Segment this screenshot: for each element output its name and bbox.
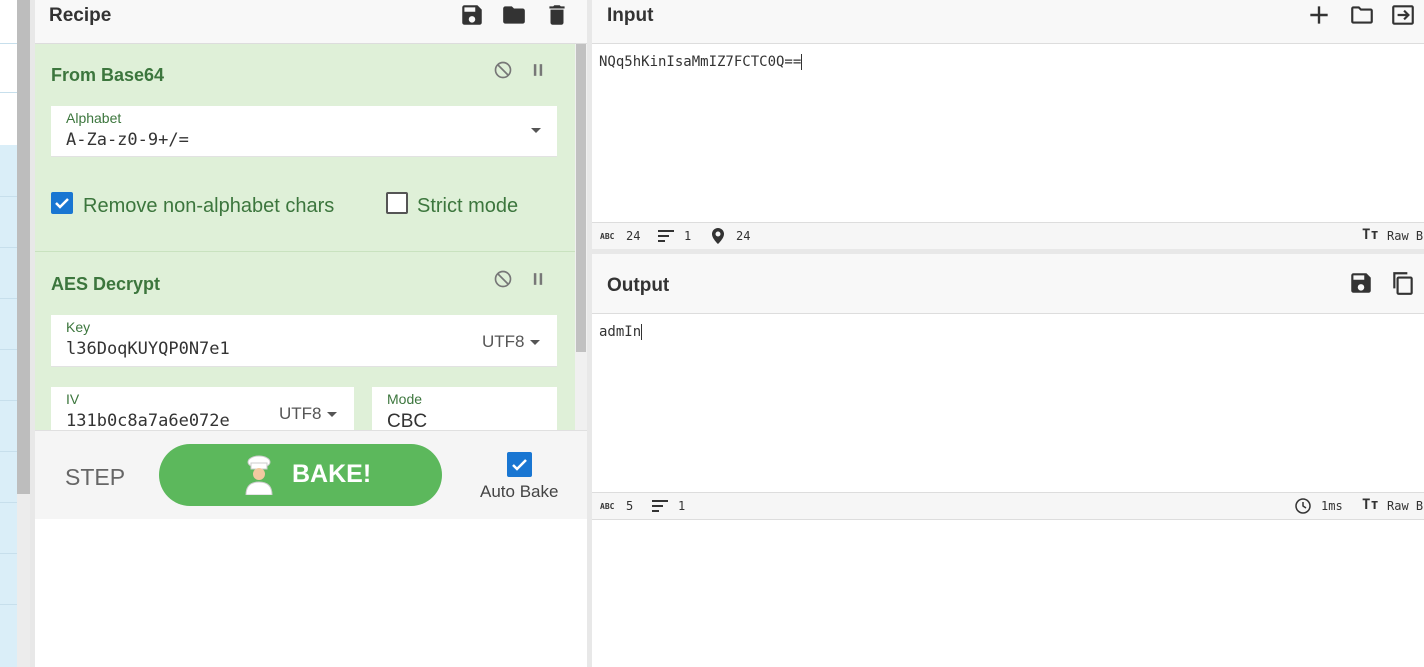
remove-non-alphabet-label: Remove non-alphabet chars (83, 195, 335, 217)
mode-value: CBC (387, 411, 428, 430)
operation-title: AES Decrypt (51, 274, 161, 294)
abc-icon: ABC (600, 232, 615, 241)
remove-non-alphabet-checkbox[interactable] (51, 192, 73, 214)
iv-input[interactable]: IV 131b0c8a7a6e072e UTF8 (51, 387, 354, 430)
operations-scroll-track (17, 494, 30, 667)
input-pane: Input NQq5hKinIsaMmIZ7FCTC0Q== ABC 24 1 … (592, 0, 1424, 250)
output-length: 5 (626, 499, 634, 513)
recipe-scrollbar[interactable] (575, 44, 587, 430)
input-textarea[interactable]: NQq5hKinIsaMmIZ7FCTC0Q== (599, 54, 803, 70)
plus-icon[interactable] (1306, 2, 1332, 28)
auto-bake-checkbox[interactable] (507, 452, 532, 477)
key-input[interactable]: Key l36DoqKUYQP0N7e1 UTF8 (51, 315, 557, 367)
mode-select[interactable]: Mode CBC (372, 387, 557, 430)
output-text: admIn (599, 324, 642, 340)
save-icon[interactable] (1348, 270, 1374, 296)
output-lines: 1 (678, 499, 686, 513)
alphabet-value: A-Za-z0-9+/= (66, 130, 189, 150)
output-pane: Output admIn ABC 5 1 1ms Tт Raw B (592, 254, 1424, 667)
text-cursor (641, 324, 643, 340)
recipe-header: Recipe (35, 0, 587, 44)
iv-value: 131b0c8a7a6e072e (66, 411, 230, 430)
copy-icon[interactable] (1390, 270, 1416, 296)
recipe-controls: STEP BAKE! Auto Bake (35, 430, 587, 519)
operations-scrollbar[interactable] (17, 0, 30, 494)
font-size-icon: Tт (1362, 497, 1379, 513)
font-size-icon: Tт (1362, 227, 1379, 243)
input-status-bar: ABC 24 1 24 Tт Raw B (592, 222, 1424, 250)
recipe-scroll-thumb[interactable] (576, 44, 586, 352)
chevron-down-icon (529, 340, 540, 346)
iv-encoding-label: UTF8 (279, 404, 322, 423)
mode-label: Mode (387, 391, 423, 407)
recipe-operations-list: From Base64 Alphabet A-Za-z0-9+/= Remove… (35, 44, 575, 430)
pause-icon[interactable] (528, 269, 548, 289)
input-header: Input (592, 0, 1424, 44)
input-mode[interactable]: Raw B (1387, 229, 1423, 243)
output-status-bar: ABC 5 1 1ms Tт Raw B (592, 492, 1424, 520)
checkmark-icon (55, 198, 69, 209)
pause-icon[interactable] (528, 60, 548, 80)
operations-pane-edge (0, 0, 17, 667)
checkmark-icon (512, 459, 527, 471)
lines-icon (658, 230, 674, 242)
iv-label: IV (66, 391, 80, 407)
operation-divider (35, 251, 575, 252)
text-cursor (801, 54, 803, 70)
input-title: Input (607, 5, 654, 26)
input-length: 24 (626, 229, 641, 243)
input-position: 24 (736, 229, 751, 243)
alphabet-label: Alphabet (66, 110, 122, 126)
output-title: Output (607, 275, 670, 296)
chevron-down-icon (531, 128, 541, 133)
iv-encoding-dropdown[interactable]: UTF8 (279, 404, 337, 424)
strict-mode-label: Strict mode (417, 195, 519, 217)
disable-icon[interactable] (493, 60, 513, 80)
key-label: Key (66, 319, 91, 335)
chef-icon (245, 455, 273, 495)
bake-button[interactable]: BAKE! (159, 444, 442, 506)
abc-icon: ABC (600, 502, 615, 511)
step-button[interactable]: STEP (65, 464, 125, 491)
output-time: 1ms (1321, 499, 1343, 513)
switch-icon[interactable] (1390, 2, 1416, 28)
operation-title: From Base64 (51, 65, 165, 85)
open-folder-icon[interactable] (1349, 2, 1375, 28)
pin-icon (712, 228, 724, 244)
strict-mode-checkbox[interactable] (386, 192, 408, 214)
alphabet-select[interactable]: Alphabet A-Za-z0-9+/= (51, 106, 557, 157)
save-icon[interactable] (459, 2, 485, 28)
bake-label: BAKE! (292, 460, 372, 488)
disable-icon[interactable] (493, 269, 513, 289)
key-value: l36DoqKUYQP0N7e1 (66, 339, 230, 359)
folder-icon[interactable] (501, 2, 527, 28)
output-mode[interactable]: Raw B (1387, 499, 1423, 513)
key-encoding-label: UTF8 (482, 332, 525, 351)
auto-bake-label: Auto Bake (480, 482, 559, 501)
input-lines: 1 (684, 229, 692, 243)
recipe-pane: Recipe From Base64 Alphabet A-Za-z0-9+/= (35, 0, 587, 667)
key-encoding-dropdown[interactable]: UTF8 (482, 332, 540, 352)
output-header: Output (592, 254, 1424, 314)
output-textarea[interactable]: admIn (599, 324, 643, 340)
chevron-down-icon (326, 412, 337, 418)
recipe-title: Recipe (49, 5, 112, 26)
input-text: NQq5hKinIsaMmIZ7FCTC0Q== (599, 54, 802, 70)
clock-icon (1295, 498, 1311, 514)
lines-icon (652, 500, 668, 512)
trash-icon[interactable] (544, 2, 570, 28)
